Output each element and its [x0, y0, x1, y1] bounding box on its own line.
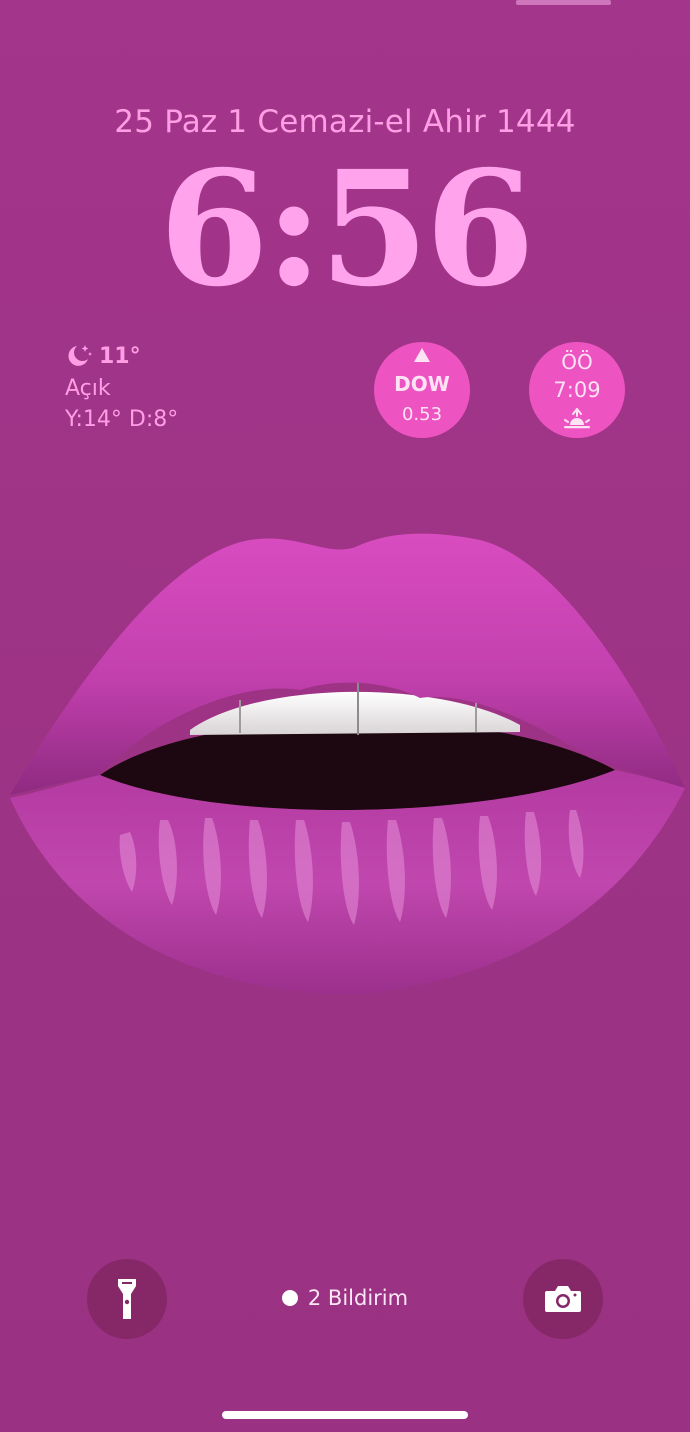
weather-temperature: 11° [99, 343, 141, 369]
camera-icon [545, 1286, 581, 1312]
moon-stars-icon [68, 345, 92, 366]
triangle-up-icon [414, 348, 430, 362]
status-indicator [516, 0, 611, 5]
weather-high-low: Y:14° D:8° [65, 407, 179, 432]
sunrise-time: 7:09 [553, 378, 601, 402]
sunrise-label: ÖÖ [561, 350, 593, 374]
weather-widget[interactable]: 11° Açık Y:14° D:8° [65, 342, 179, 433]
lips-illustration [10, 533, 685, 995]
stock-widget[interactable]: DOW 0.53 [374, 342, 470, 438]
sunrise-icon [564, 408, 590, 429]
stock-change: 0.53 [401, 404, 443, 425]
weather-condition: Açık [65, 376, 111, 401]
home-indicator[interactable] [222, 1411, 468, 1419]
sunrise-widget[interactable]: ÖÖ 7:09 [529, 342, 625, 438]
camera-button[interactable] [523, 1259, 603, 1339]
date-line[interactable]: 25 Paz 1 Cemazi-el Ahir 1444 [0, 104, 690, 140]
notification-text: 2 Bildirim [307, 1286, 409, 1310]
stock-symbol: DOW [394, 372, 450, 396]
weather-temp-row: 11° [65, 342, 178, 370]
lock-clock: 6:56 [158, 137, 535, 322]
notification-dot-icon [281, 1290, 298, 1306]
